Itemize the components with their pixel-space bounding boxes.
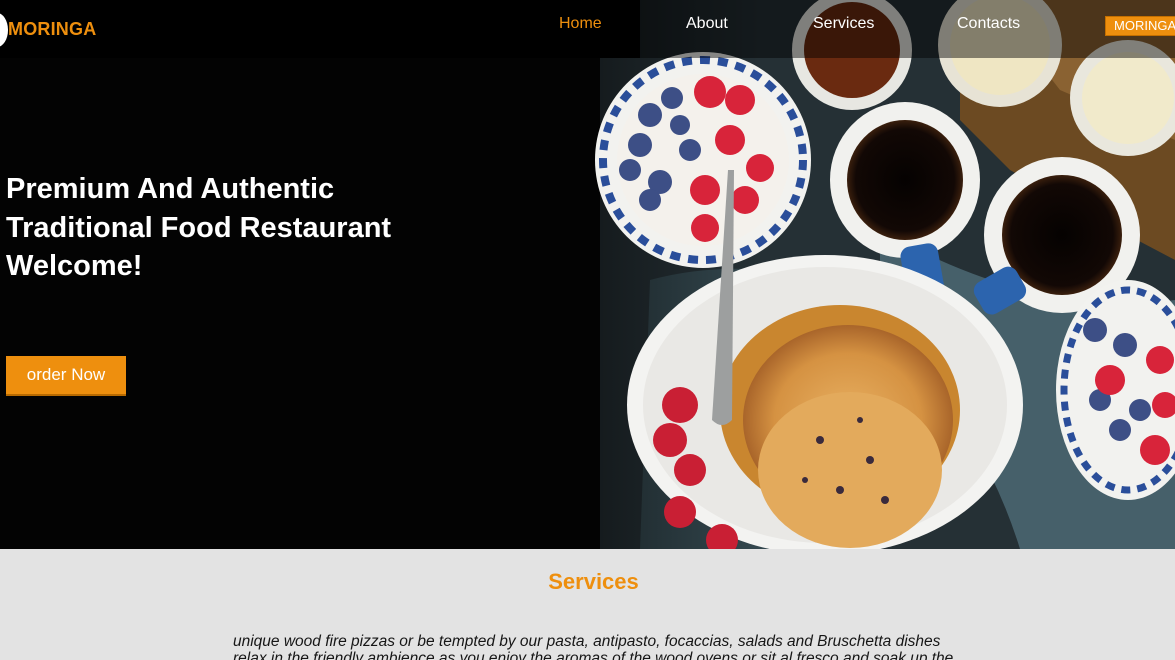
hero-section: Premium And Authentic Traditional Food R… — [0, 0, 1175, 549]
nav-link-home[interactable]: Home — [559, 15, 602, 33]
nav-link-contacts[interactable]: Contacts — [957, 15, 1020, 33]
navbar: MORINGA Home About Services Contacts MOR… — [0, 0, 1175, 58]
brand-button[interactable]: MORINGA — [1105, 16, 1175, 36]
hero-title: Premium And Authentic Traditional Food R… — [6, 170, 476, 286]
order-now-button[interactable]: order Now — [6, 356, 126, 396]
services-text-line: relax in the friendly ambience as you en… — [233, 650, 954, 660]
nav-link-services[interactable]: Services — [813, 15, 874, 33]
services-section: Services unique wood fire pizzas or be t… — [0, 549, 1175, 660]
services-title: Services — [548, 569, 639, 594]
services-text-line: unique wood fire pizzas or be tempted by… — [233, 633, 941, 650]
logo-text[interactable]: MORINGA — [8, 19, 96, 40]
hero-title-line: Traditional Food Restaurant — [6, 211, 392, 244]
nav-link-about[interactable]: About — [686, 15, 728, 33]
page: Premium And Authentic Traditional Food R… — [0, 0, 1175, 660]
hero-title-line: Welcome! — [6, 250, 143, 282]
hero-title-line: Premium And Authentic — [6, 173, 335, 205]
services-description: unique wood fire pizzas or be tempted by… — [233, 633, 973, 660]
